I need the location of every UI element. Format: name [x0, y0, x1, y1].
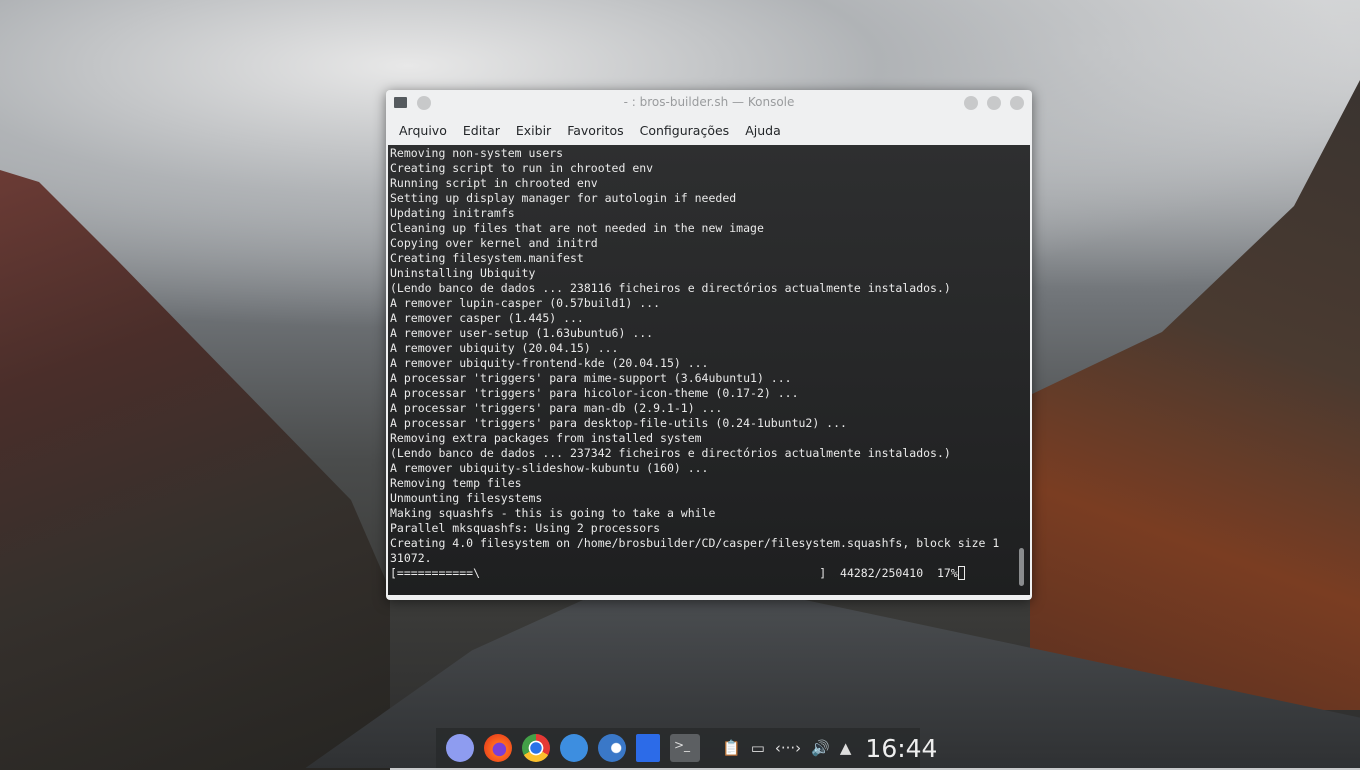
terminal-line: Creating script to run in chrooted env — [390, 161, 654, 175]
terminal-line: Copying over kernel and initrd — [390, 236, 598, 250]
menu-favoritos[interactable]: Favoritos — [559, 123, 631, 138]
terminal-line: Cleaning up files that are not needed in… — [390, 221, 764, 235]
menu-ajuda[interactable]: Ajuda — [737, 123, 789, 138]
system-settings-icon[interactable] — [598, 734, 626, 762]
network-icon[interactable]: ‹···› — [775, 739, 801, 757]
volume-icon[interactable]: 🔊 — [811, 739, 830, 757]
scrollbar[interactable] — [1019, 548, 1024, 586]
terminal-line: (Lendo banco de dados ... 237342 ficheir… — [390, 446, 951, 460]
terminal-output: Removing non-system users Creating script… — [390, 146, 999, 581]
konsole-window: - : bros-builder.sh — Konsole Arquivo Ed… — [386, 90, 1032, 600]
terminal-line: A processar 'triggers' para mime-support… — [390, 371, 792, 385]
terminal-line: Unmounting filesystems — [390, 491, 543, 505]
terminal-line: A remover casper (1.445) ... — [390, 311, 584, 325]
chrome-icon[interactable] — [522, 734, 550, 762]
terminal-line: Updating initramfs — [390, 206, 515, 220]
cursor — [957, 566, 965, 580]
window-title: - : bros-builder.sh — Konsole — [623, 95, 795, 109]
app-launcher-icon[interactable] — [446, 734, 474, 762]
firefox-icon[interactable] — [484, 734, 512, 762]
menu-arquivo[interactable]: Arquivo — [391, 123, 455, 138]
taskbar: >_ 📋 ▭ ‹···› 🔊 ▲ 16:44 — [436, 728, 937, 768]
terminal-line: Running script in chrooted env — [390, 176, 598, 190]
maximize-button[interactable] — [987, 96, 1001, 110]
tray-expand-icon[interactable]: ▲ — [840, 739, 852, 757]
menu-exibir[interactable]: Exibir — [508, 123, 559, 138]
menu-editar[interactable]: Editar — [455, 123, 508, 138]
progress-text: [===========\ ] 44282/250410 17% — [390, 566, 958, 580]
terminal-line: A remover ubiquity-slideshow-kubuntu (16… — [390, 461, 709, 475]
terminal-line: 31072. — [390, 551, 432, 565]
close-button[interactable] — [1010, 96, 1024, 110]
terminal-view[interactable]: Removing non-system users Creating script… — [388, 145, 1030, 595]
terminal-line: Removing extra packages from installed s… — [390, 431, 702, 445]
terminal-line: Removing temp files — [390, 476, 522, 490]
terminal-line: A processar 'triggers' para man-db (2.9.… — [390, 401, 723, 415]
terminal-line: A processar 'triggers' para desktop-file… — [390, 416, 847, 430]
terminal-line: A processar 'triggers' para hicolor-icon… — [390, 386, 799, 400]
konsole-taskbar-icon[interactable]: >_ — [670, 734, 700, 762]
terminal-line: A remover lupin-casper (0.57build1) ... — [390, 296, 661, 310]
terminal-line: Uninstalling Ubiquity — [390, 266, 536, 280]
disk-icon[interactable]: ▭ — [751, 739, 765, 757]
terminal-line: A remover user-setup (1.63ubuntu6) ... — [390, 326, 654, 340]
terminal-line: Making squashfs - this is going to take … — [390, 506, 716, 520]
menu-configuracoes[interactable]: Configurações — [632, 123, 738, 138]
terminal-line: Removing non-system users — [390, 146, 564, 160]
terminal-line: Creating filesystem.manifest — [390, 251, 584, 265]
discover-icon[interactable] — [636, 734, 660, 762]
terminal-line: Parallel mksquashfs: Using 2 processors — [390, 521, 661, 535]
progress-line: [===========\ ] 44282/250410 17% — [390, 566, 999, 581]
title-bar[interactable]: - : bros-builder.sh — Konsole — [386, 90, 1032, 116]
clipboard-icon[interactable]: 📋 — [722, 739, 741, 757]
menu-bar: Arquivo Editar Exibir Favoritos Configur… — [386, 116, 1032, 144]
terminal-line: Creating 4.0 filesystem on /home/brosbui… — [390, 536, 1000, 550]
file-manager-icon[interactable] — [560, 734, 588, 762]
terminal-line: A remover ubiquity (20.04.15) ... — [390, 341, 619, 355]
clock[interactable]: 16:44 — [865, 734, 937, 763]
minimize-button[interactable] — [964, 96, 978, 110]
terminal-line: Setting up display manager for autologin… — [390, 191, 737, 205]
terminal-line: A remover ubiquity-frontend-kde (20.04.1… — [390, 356, 709, 370]
terminal-line: (Lendo banco de dados ... 238116 ficheir… — [390, 281, 951, 295]
